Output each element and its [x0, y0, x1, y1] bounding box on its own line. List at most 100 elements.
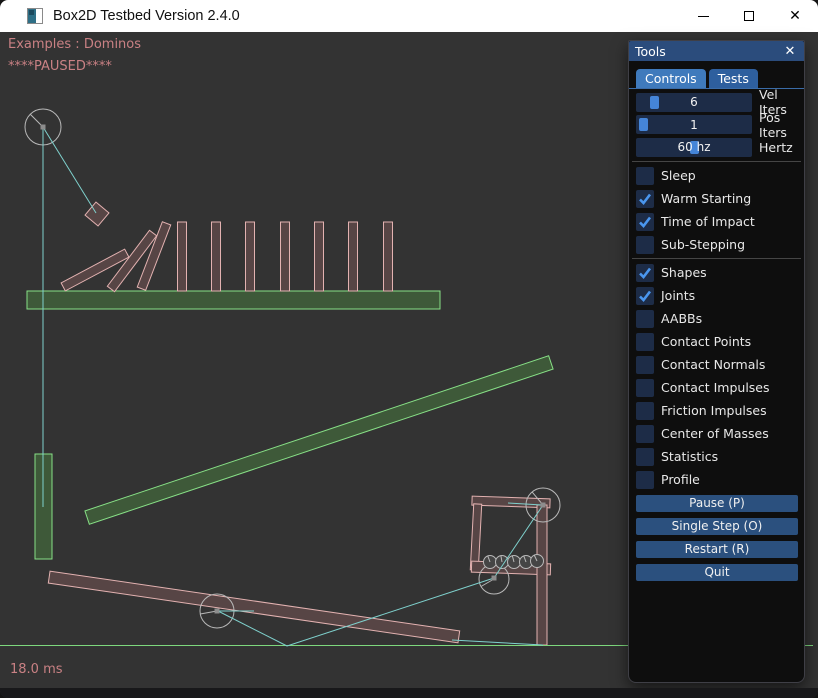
checkbox-contact-impulses[interactable] — [636, 379, 654, 397]
tools-panel-close-icon[interactable]: ✕ — [782, 44, 798, 59]
dynamic-body[interactable] — [281, 222, 290, 291]
maximize-button[interactable] — [726, 0, 772, 32]
check-icon — [637, 191, 653, 207]
checkbox-row-friction-impulses: Friction Impulses — [636, 402, 797, 420]
checkbox-row-profile: Profile — [636, 471, 797, 489]
checkbox-label: Contact Impulses — [661, 380, 770, 395]
dynamic-body[interactable] — [212, 222, 221, 291]
dynamic-body[interactable] — [470, 504, 481, 570]
checkbox-row-contact-normals: Contact Normals — [636, 356, 797, 374]
pause-p-button[interactable]: Pause (P) — [636, 495, 798, 512]
checkbox-label: Contact Normals — [661, 357, 765, 372]
action-buttons: Pause (P) Single Step (O) Restart (R) Quit — [636, 495, 797, 581]
static-body[interactable] — [27, 291, 440, 309]
paused-label: ****PAUSED**** — [8, 59, 112, 74]
checkbox-label: Sleep — [661, 168, 696, 183]
close-icon: ✕ — [789, 8, 801, 24]
dynamic-body[interactable] — [137, 222, 170, 291]
checkbox-row-center-of-masses: Center of Masses — [636, 425, 797, 443]
checkbox-sleep[interactable] — [636, 167, 654, 185]
joint-anchor — [41, 125, 46, 130]
slider-row-hertz: 60 hz Hertz — [636, 138, 797, 157]
quit-button[interactable]: Quit — [636, 564, 798, 581]
slider-value: 1 — [636, 115, 752, 134]
checkbox-contact-points[interactable] — [636, 333, 654, 351]
example-label: Examples : Dominos — [8, 37, 141, 52]
checkbox-joints[interactable] — [636, 287, 654, 305]
frame-time-label: 18.0 ms — [10, 662, 63, 677]
slider-value: 60 hz — [636, 138, 752, 157]
minimize-icon — [698, 16, 709, 17]
checkbox-friction-impulses[interactable] — [636, 402, 654, 420]
checkbox-row-sleep: Sleep — [636, 167, 797, 185]
dynamic-body[interactable] — [315, 222, 324, 291]
checkbox-statistics[interactable] — [636, 448, 654, 466]
checkbox-shapes[interactable] — [636, 264, 654, 282]
checkbox-row-shapes: Shapes — [636, 264, 797, 282]
simulation-canvas[interactable]: Examples : Dominos ****PAUSED**** 18.0 m… — [0, 32, 818, 688]
checkbox-warm-starting[interactable] — [636, 190, 654, 208]
draw-checkbox-group: Shapes Joints AABBs Contact Points Contact N… — [636, 264, 797, 489]
checkbox-row-aabbs: AABBs — [636, 310, 797, 328]
slider-pos-iters[interactable]: 1 — [636, 115, 752, 134]
slider-group: 6Vel Iters1Pos Iters60 hzHertz — [636, 93, 797, 157]
checkbox-label: Contact Points — [661, 334, 751, 349]
slider-label: Hertz — [759, 140, 793, 155]
dynamic-body[interactable] — [246, 222, 255, 291]
checkbox-label: Shapes — [661, 265, 707, 280]
checkbox-time-of-impact[interactable] — [636, 213, 654, 231]
checkbox-row-sub-stepping: Sub-Stepping — [636, 236, 797, 254]
checkbox-label: Profile — [661, 472, 700, 487]
window-titlebar[interactable]: Box2D Testbed Version 2.4.0 ✕ — [0, 0, 818, 32]
dynamic-body[interactable] — [85, 202, 109, 226]
window-controls: ✕ — [680, 0, 818, 32]
window-bottom-edge — [0, 688, 818, 698]
checkbox-label: Joints — [661, 288, 695, 303]
tab-tests[interactable]: Tests — [709, 69, 758, 88]
dynamic-body[interactable] — [178, 222, 187, 291]
slider-vel-iters[interactable]: 6 — [636, 93, 752, 112]
checkbox-label: Center of Masses — [661, 426, 769, 441]
tools-panel-title: Tools — [635, 44, 782, 59]
solver-checkbox-group: Sleep Warm Starting Time of Impact Sub-Step… — [636, 167, 797, 254]
dynamic-body[interactable] — [349, 222, 358, 291]
slider-value: 6 — [636, 93, 752, 112]
tools-panel-titlebar[interactable]: Tools ✕ — [629, 41, 804, 61]
dynamic-body[interactable] — [48, 571, 459, 643]
checkbox-label: Friction Impulses — [661, 403, 767, 418]
check-icon — [637, 288, 653, 304]
checkbox-sub-stepping[interactable] — [636, 236, 654, 254]
checkbox-row-contact-impulses: Contact Impulses — [636, 379, 797, 397]
tab-bar: ControlsTests — [636, 69, 797, 88]
tools-panel: Tools ✕ ControlsTests 6Vel Iters1Pos Ite… — [628, 40, 805, 683]
checkbox-row-warm-starting: Warm Starting — [636, 190, 797, 208]
check-icon — [637, 265, 653, 281]
checkbox-profile[interactable] — [636, 471, 654, 489]
app-icon — [27, 8, 43, 24]
joint-anchor — [492, 576, 497, 581]
separator — [632, 258, 801, 259]
checkbox-label: AABBs — [661, 311, 702, 326]
window-title: Box2D Testbed Version 2.4.0 — [53, 8, 240, 24]
checkbox-contact-normals[interactable] — [636, 356, 654, 374]
joint-anchor — [541, 503, 546, 508]
close-button[interactable]: ✕ — [772, 0, 818, 32]
checkbox-label: Statistics — [661, 449, 718, 464]
restart-r-button[interactable]: Restart (R) — [636, 541, 798, 558]
joint-line — [452, 640, 543, 645]
checkbox-center-of-masses[interactable] — [636, 425, 654, 443]
tab-controls[interactable]: Controls — [636, 69, 706, 88]
checkbox-row-joints: Joints — [636, 287, 797, 305]
check-icon — [637, 214, 653, 230]
checkbox-label: Sub-Stepping — [661, 237, 745, 252]
checkbox-aabbs[interactable] — [636, 310, 654, 328]
slider-row-pos-iters: 1Pos Iters — [636, 115, 797, 134]
dynamic-body[interactable] — [537, 505, 547, 645]
dynamic-body[interactable] — [384, 222, 393, 291]
checkbox-row-time-of-impact: Time of Impact — [636, 213, 797, 231]
slider-hertz[interactable]: 60 hz — [636, 138, 752, 157]
single-step-o-button[interactable]: Single Step (O) — [636, 518, 798, 535]
circle-radius-line — [200, 611, 217, 614]
separator — [632, 161, 801, 162]
minimize-button[interactable] — [680, 0, 726, 32]
